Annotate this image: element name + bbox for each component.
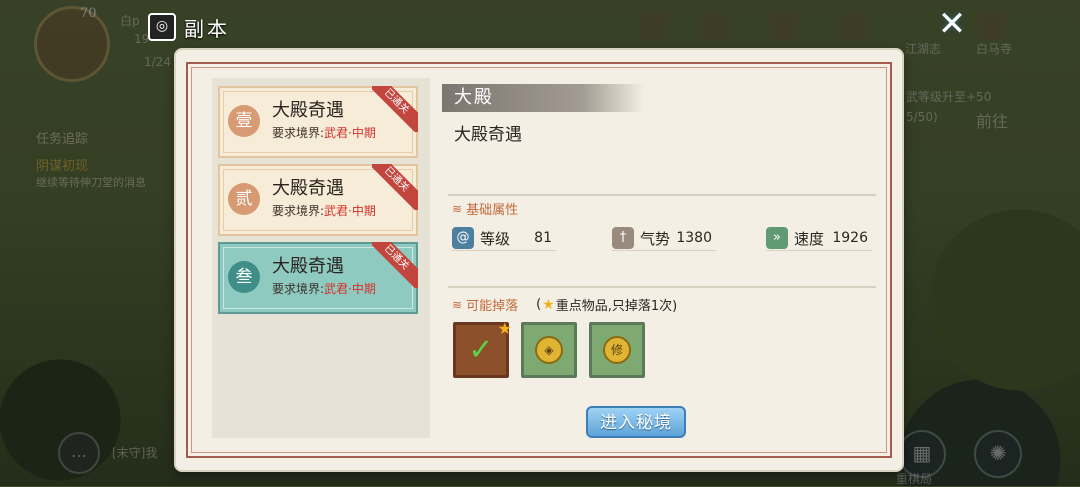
requirement-label: 要求境界:: [272, 282, 325, 296]
attr-speed: » 速度 1926: [766, 226, 872, 251]
cleared-ribbon-label: 已通关: [372, 242, 418, 288]
requirement-value: 武君·中期: [324, 282, 376, 296]
dungeon-list: 壹 大殿奇遇 要求境界:武君·中期 已通关 贰 大殿奇遇 要求境界:武君·中期 …: [212, 78, 430, 438]
divider: [448, 194, 876, 196]
drops-note: (★ 重点物品,只掉落1次): [536, 295, 678, 315]
stage-number-badge: 叁: [228, 261, 260, 293]
requirement-label: 要求境界:: [272, 126, 325, 140]
check-scroll-icon: ✓: [468, 332, 494, 368]
requirement-text: 要求境界:武君·中期: [272, 202, 376, 219]
dungeon-list-item[interactable]: 壹 大殿奇遇 要求境界:武君·中期 已通关: [218, 86, 418, 158]
attrs-title-text: 基础属性: [466, 203, 519, 218]
xiu-coin-icon: 修: [603, 336, 631, 364]
detail-dungeon-name: 大殿奇遇: [454, 125, 522, 145]
window-title: 副本: [184, 16, 230, 41]
drops-section-title: ≋ 可能掉落 (★ 重点物品,只掉落1次): [452, 295, 678, 315]
drop-item-slot[interactable]: ◈: [521, 322, 577, 378]
drop-item-slot[interactable]: 修: [589, 322, 645, 378]
window-header: ◎ 副本: [148, 12, 230, 42]
cleared-ribbon: 已通关: [372, 86, 418, 132]
sword-icon: †: [612, 227, 634, 249]
attr-level: @ 等级 81: [452, 226, 556, 251]
cleared-ribbon: 已通关: [372, 164, 418, 210]
swirl-icon: @: [452, 227, 474, 249]
drops-title-text: 可能掉落: [466, 299, 519, 314]
drops-note-paren: (: [536, 297, 542, 312]
star-icon: ★: [542, 296, 555, 313]
close-button[interactable]: ✕: [934, 6, 970, 42]
detail-location-tag: 大殿: [442, 84, 644, 112]
attrs-section-title: ≋ 基础属性: [452, 199, 519, 219]
cleared-ribbon-label: 已通关: [372, 86, 418, 132]
dungeon-list-item-selected[interactable]: 叁 大殿奇遇 要求境界:武君·中期 已通关: [218, 242, 418, 314]
cloud-icon: ≋: [452, 297, 463, 312]
enter-realm-button[interactable]: 进入秘境: [586, 406, 686, 438]
coin-glyph: 修: [603, 336, 631, 364]
divider: [448, 286, 876, 288]
key-item-star-icon: ★: [497, 319, 512, 338]
attr-value: 1926: [832, 230, 868, 246]
stage-number-badge: 贰: [228, 183, 260, 215]
cleared-ribbon: 已通关: [372, 242, 418, 288]
drops-note-text: 重点物品,只掉落1次): [555, 299, 678, 314]
dungeon-title: 大殿奇遇: [272, 256, 344, 277]
close-icon: ✕: [937, 4, 967, 44]
requirement-value: 武君·中期: [324, 126, 376, 140]
dungeon-title: 大殿奇遇: [272, 100, 344, 121]
stage-number-badge: 壹: [228, 105, 260, 137]
attr-value: 81: [534, 230, 552, 246]
attr-label: 等级: [480, 229, 511, 248]
requirement-text: 要求境界:武君·中期: [272, 280, 376, 297]
boot-icon: »: [766, 227, 788, 249]
cloud-icon: ≋: [452, 201, 463, 216]
cleared-ribbon-label: 已通关: [372, 164, 418, 210]
coin-icon: ◈: [535, 336, 563, 364]
requirement-text: 要求境界:武君·中期: [272, 124, 376, 141]
dungeon-title: 大殿奇遇: [272, 178, 344, 199]
attr-momentum: † 气势 1380: [612, 226, 716, 251]
drop-item-slot[interactable]: ✓ ★: [453, 319, 512, 378]
attr-value: 1380: [676, 230, 712, 246]
requirement-label: 要求境界:: [272, 204, 325, 218]
dungeon-list-item[interactable]: 贰 大殿奇遇 要求境界:武君·中期 已通关: [218, 164, 418, 236]
dungeon-icon: ◎: [148, 13, 176, 41]
attr-label: 气势: [640, 229, 671, 248]
attr-label: 速度: [794, 229, 825, 248]
requirement-value: 武君·中期: [324, 204, 376, 218]
